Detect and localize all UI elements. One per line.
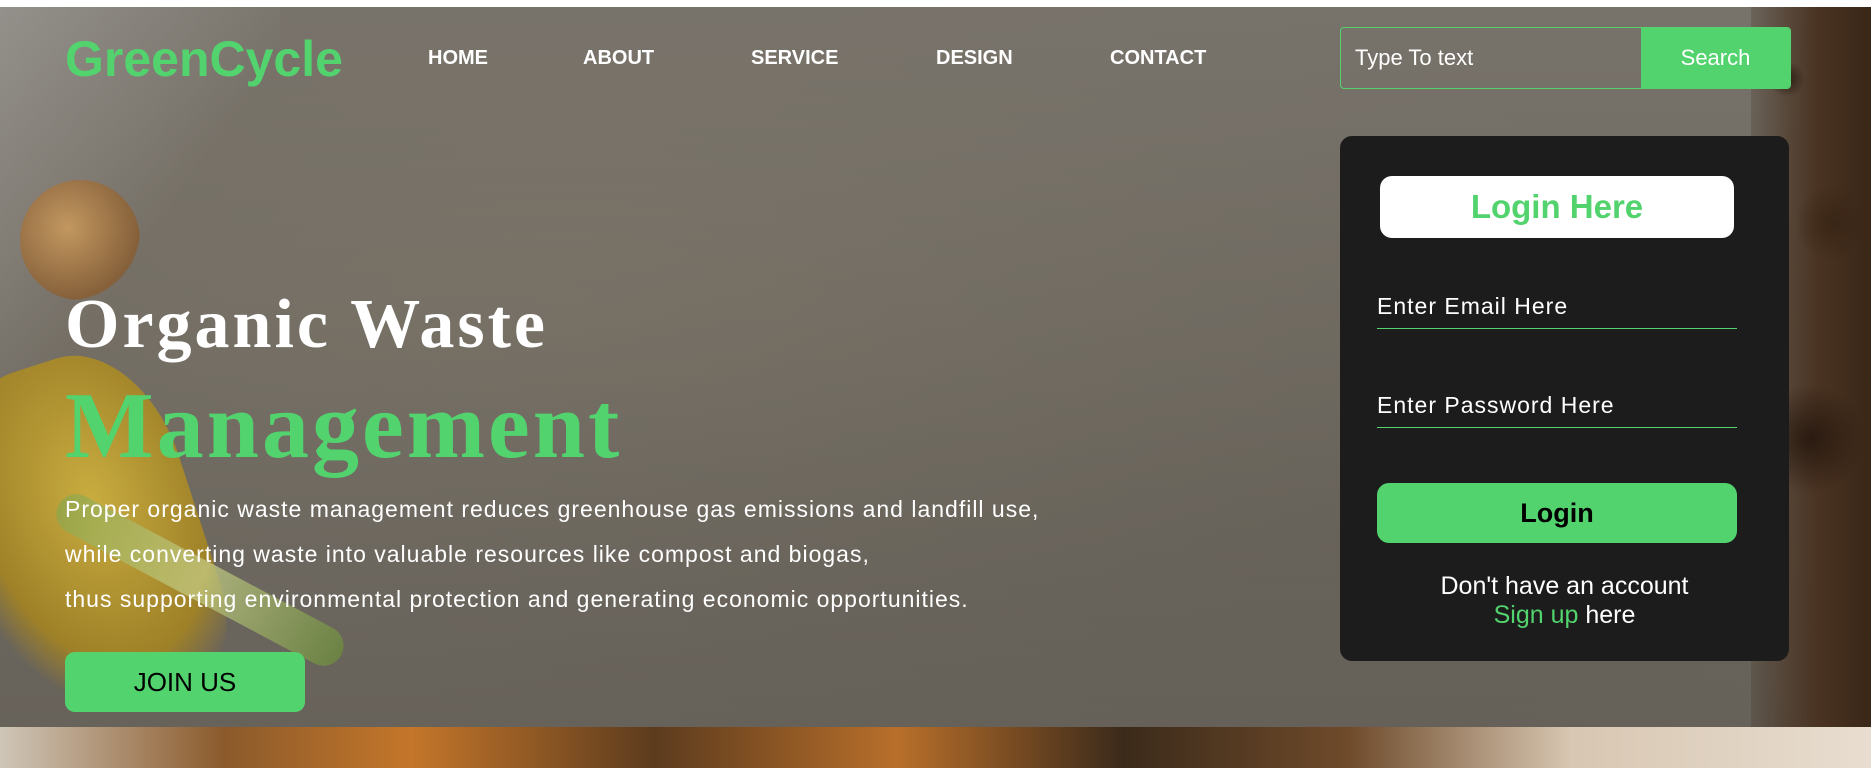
login-card: Login Here Login Don't have an account S… bbox=[1340, 136, 1789, 661]
hero-title-line2: Management bbox=[65, 374, 623, 478]
nav-item-about[interactable]: ABOUT bbox=[583, 47, 654, 70]
nav-item-home[interactable]: HOME bbox=[428, 47, 488, 70]
search-input[interactable] bbox=[1341, 28, 1641, 88]
signup-prompt: Don't have an account Sign up here bbox=[1340, 572, 1789, 630]
hero-description: Proper organic waste management reduces … bbox=[65, 487, 1039, 622]
hero-description-line: Proper organic waste management reduces … bbox=[65, 496, 1040, 522]
signup-line: Sign up here bbox=[1340, 601, 1789, 630]
hero-title-line1: Organic Waste bbox=[65, 286, 548, 363]
nav-item-design[interactable]: DESIGN bbox=[936, 47, 1013, 70]
hero-description-line: while converting waste into valuable res… bbox=[65, 541, 870, 567]
hero-description-line: thus supporting environmental protection… bbox=[65, 586, 969, 612]
onion-image bbox=[20, 180, 140, 300]
signup-link[interactable]: Sign up bbox=[1494, 601, 1579, 629]
no-account-text: Don't have an account bbox=[1440, 572, 1689, 600]
email-field[interactable] bbox=[1377, 284, 1737, 329]
join-us-button[interactable]: JOIN US bbox=[65, 652, 305, 712]
signup-suffix: here bbox=[1578, 601, 1636, 629]
search-form: Search bbox=[1340, 27, 1791, 89]
brand-logo[interactable]: GreenCycle bbox=[65, 30, 343, 88]
login-title: Login Here bbox=[1380, 176, 1734, 238]
compost-strip-image bbox=[0, 727, 1871, 768]
login-button[interactable]: Login bbox=[1377, 483, 1737, 543]
page: GreenCycle HOME ABOUT SERVICE DESIGN CON… bbox=[0, 0, 1871, 768]
nav-item-service[interactable]: SERVICE bbox=[751, 47, 838, 70]
nav-item-contact[interactable]: CONTACT bbox=[1110, 47, 1206, 70]
search-button[interactable]: Search bbox=[1641, 28, 1790, 88]
password-field[interactable] bbox=[1377, 383, 1737, 428]
